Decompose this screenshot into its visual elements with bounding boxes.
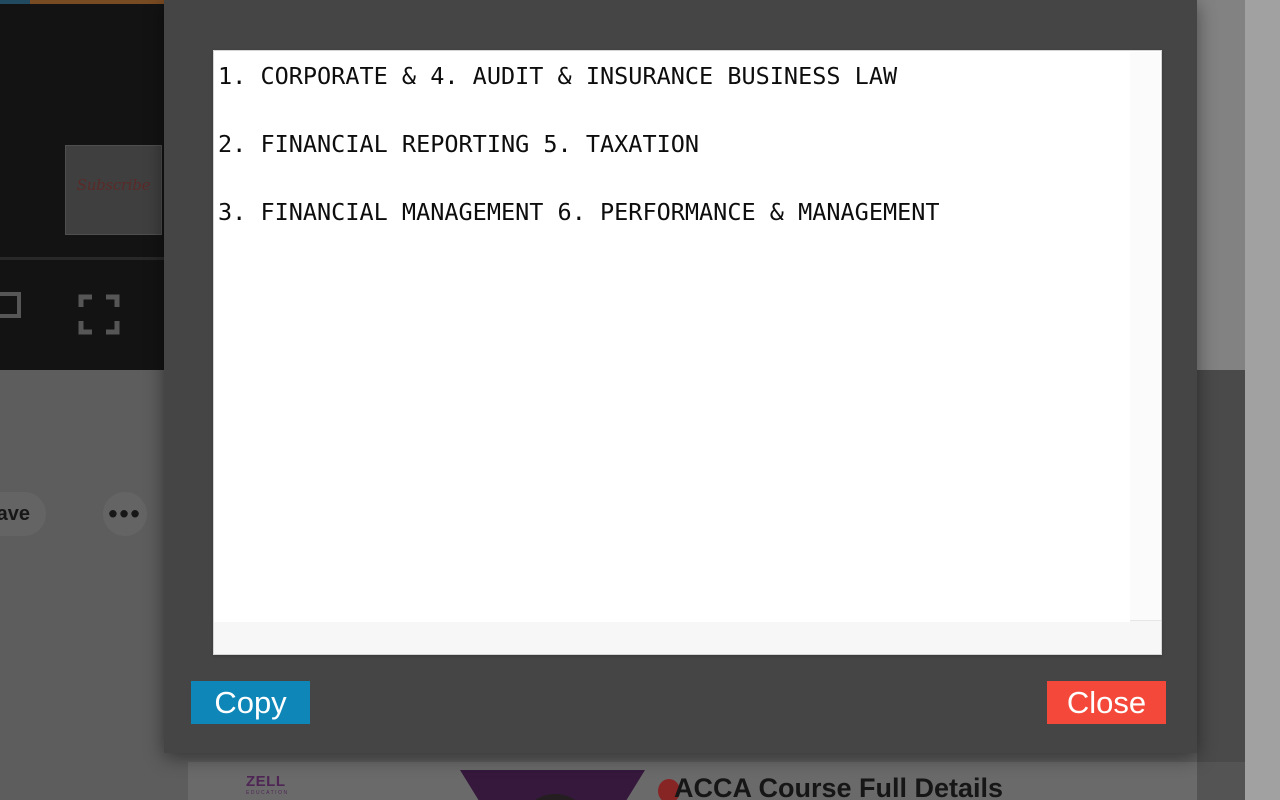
zell-logo-subtitle: EDUCATION <box>246 790 289 796</box>
more-actions-button[interactable]: ••• <box>103 492 147 536</box>
subscribe-watermark[interactable]: Subscribe <box>65 145 162 235</box>
textarea-bottom-strip <box>214 620 1161 654</box>
close-button[interactable]: Close <box>1047 681 1166 724</box>
player-thumbnail-strip: Curriculum Salary <box>0 0 165 4</box>
video-player[interactable]: Curriculum Salary Subscribe <box>0 0 165 370</box>
copy-button[interactable]: Copy <box>191 681 310 724</box>
player-progress-bar[interactable] <box>0 257 165 260</box>
zell-logo: ZELL <box>246 773 286 790</box>
fullscreen-icon[interactable] <box>77 292 121 336</box>
modal-overlay-right-edge <box>1197 0 1245 800</box>
modal-textarea-container <box>213 50 1162 655</box>
more-actions-label: ••• <box>108 498 142 529</box>
page-right-gutter <box>1245 0 1280 800</box>
textarea-scrollbar[interactable] <box>1128 52 1160 621</box>
save-button[interactable]: ave <box>0 492 46 536</box>
next-video-title: ACCA Course Full Details <box>674 773 1004 800</box>
thumbnail-label-curriculum: Curriculum <box>34 0 93 3</box>
next-video-banner[interactable]: ZELL EDUCATION ACCA Course Full Details <box>188 762 1245 800</box>
copy-text-modal: Copy Close <box>164 0 1197 753</box>
save-button-label: ave <box>0 503 30 525</box>
miniplayer-icon[interactable] <box>0 290 21 320</box>
subscribe-watermark-label: Subscribe <box>76 176 151 194</box>
screen: Curriculum Salary Subscribe <box>0 0 1280 800</box>
transcript-textarea[interactable] <box>214 51 1130 622</box>
